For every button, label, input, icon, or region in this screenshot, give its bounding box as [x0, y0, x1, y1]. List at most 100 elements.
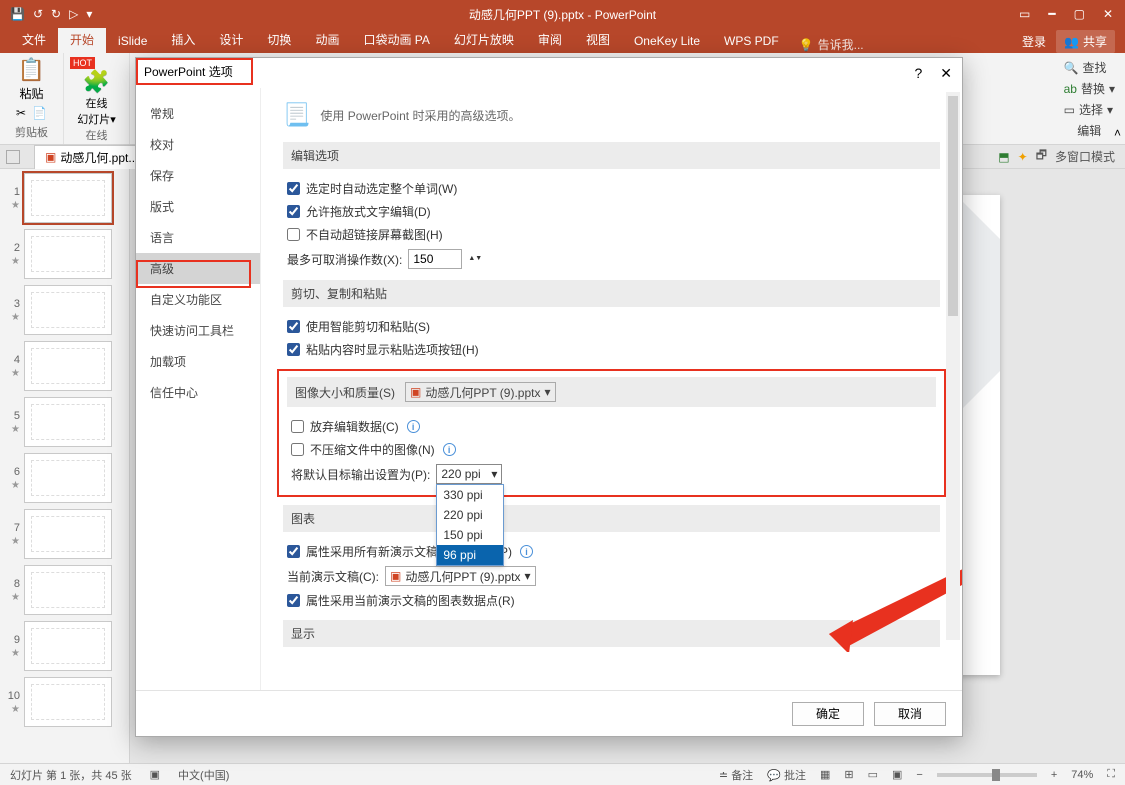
ppi-option[interactable]: 330 ppi	[437, 485, 503, 505]
tab-file[interactable]: 文件	[10, 26, 58, 53]
chevron-down-icon: ▾	[491, 467, 497, 481]
tab-transition[interactable]: 切换	[255, 26, 303, 53]
language-indicator[interactable]: 中文(中国)	[178, 767, 229, 783]
ppt-file-icon: ▣	[45, 150, 56, 164]
close-icon[interactable]: ✕	[1103, 7, 1113, 21]
chart-file-select[interactable]: ▣ 动感几何PPT (9).pptx ▾	[385, 566, 536, 586]
spellcheck-icon[interactable]: ▣	[150, 768, 160, 781]
opt-chart-newdoc[interactable]: 属性采用所有新演示文稿 点(P)i	[283, 540, 940, 563]
ppi-option[interactable]: 150 ppi	[437, 525, 503, 545]
find-button[interactable]: 🔍查找	[1064, 59, 1115, 76]
share-icon: 👥	[1064, 35, 1079, 49]
thumb-row[interactable]: 3★	[6, 285, 123, 335]
thumb-row[interactable]: 6★	[6, 453, 123, 503]
cancel-button[interactable]: 取消	[874, 702, 946, 726]
ok-button[interactable]: 确定	[792, 702, 864, 726]
start-icon[interactable]: ▷	[69, 7, 78, 21]
opt-dragdrop[interactable]: 允许拖放式文字编辑(D)	[283, 200, 940, 223]
zoom-slider[interactable]	[937, 773, 1037, 777]
tab-wpspdf[interactable]: WPS PDF	[712, 29, 791, 53]
zoom-out-icon[interactable]: −	[916, 769, 922, 781]
nav-qat[interactable]: 快速访问工具栏	[136, 315, 260, 346]
maximize-icon[interactable]: ▢	[1074, 7, 1085, 21]
thumb-row[interactable]: 9★	[6, 621, 123, 671]
zoom-in-icon[interactable]: +	[1051, 769, 1057, 781]
tab-animation[interactable]: 动画	[303, 26, 351, 53]
nav-layout[interactable]: 版式	[136, 191, 260, 222]
paste-icon[interactable]: 📋	[18, 57, 45, 83]
nav-trust[interactable]: 信任中心	[136, 377, 260, 408]
nav-proofing[interactable]: 校对	[136, 129, 260, 160]
app-icon-1[interactable]: ⬒	[998, 150, 1009, 164]
minimize-icon[interactable]: ━	[1048, 7, 1055, 21]
collapse-ribbon-icon[interactable]: ˄	[1114, 126, 1121, 140]
zoom-level[interactable]: 74%	[1071, 769, 1093, 781]
thumbnail-pane[interactable]: 1★ 2★ 3★ 4★ 5★ 6★ 7★ 8★ 9★ 10★	[0, 169, 130, 763]
opt-chart-points[interactable]: 属性采用当前演示文稿的图表数据点(R)	[283, 589, 940, 612]
thumb-row[interactable]: 7★	[6, 509, 123, 559]
save-icon[interactable]: 💾	[10, 7, 25, 21]
select-button[interactable]: ▭选择▾	[1064, 101, 1115, 118]
tab-slideshow[interactable]: 幻灯片放映	[442, 26, 526, 53]
tab-home[interactable]: 开始	[58, 26, 106, 53]
nav-general[interactable]: 常规	[136, 98, 260, 129]
image-file-select[interactable]: ▣ 动感几何PPT (9).pptx ▾	[405, 382, 556, 402]
thumb-row[interactable]: 2★	[6, 229, 123, 279]
dialog-scrollbar[interactable]	[946, 92, 960, 640]
view-slideshow-icon[interactable]: ▣	[892, 768, 902, 781]
opt-discard-edit[interactable]: 放弃编辑数据(C)i	[287, 415, 936, 438]
fit-window-icon[interactable]: ⛶	[1107, 768, 1115, 781]
thumb-row[interactable]: 8★	[6, 565, 123, 615]
tab-review[interactable]: 审阅	[526, 26, 574, 53]
ppt-file-icon: ▣	[410, 385, 421, 399]
thumb-row[interactable]: 5★	[6, 397, 123, 447]
view-reading-icon[interactable]: ▭	[868, 768, 878, 781]
nav-customize-ribbon[interactable]: 自定义功能区	[136, 284, 260, 315]
info-icon[interactable]: i	[443, 443, 456, 456]
qat-more-icon[interactable]: ▾	[86, 7, 92, 21]
tab-onekey[interactable]: OneKey Lite	[622, 29, 712, 53]
opt-showpaste[interactable]: 粘贴内容时显示粘贴选项按钮(H)	[283, 338, 940, 361]
opt-autoword[interactable]: 选定时自动选定整个单词(W)	[283, 177, 940, 200]
paste-button[interactable]: 粘贴	[19, 85, 43, 102]
app-icon-2[interactable]: ✦	[1018, 150, 1028, 164]
opt-nocompress[interactable]: 不压缩文件中的图像(N)i	[287, 438, 936, 461]
nav-addins[interactable]: 加载项	[136, 346, 260, 377]
tell-me[interactable]: 💡 告诉我...	[799, 36, 864, 53]
ppi-option[interactable]: 220 ppi	[437, 505, 503, 525]
nav-save[interactable]: 保存	[136, 160, 260, 191]
cut-icon[interactable]: ✂	[16, 106, 26, 120]
replace-button[interactable]: ab替换▾	[1064, 80, 1115, 97]
info-icon[interactable]: i	[520, 545, 533, 558]
copy-icon[interactable]: 📄	[32, 106, 47, 120]
redo-icon[interactable]: ↻	[51, 7, 61, 21]
ppi-combo[interactable]: 220 ppi ▾ 330 ppi 220 ppi 150 ppi 96 ppi	[436, 464, 502, 484]
tab-design[interactable]: 设计	[207, 26, 255, 53]
nav-language[interactable]: 语言	[136, 222, 260, 253]
tab-insert[interactable]: 插入	[159, 26, 207, 53]
thumb-row[interactable]: 1★	[6, 173, 123, 223]
doc-tab[interactable]: ▣ 动感几何.ppt...	[34, 145, 149, 169]
share-button[interactable]: 👥 共享	[1056, 30, 1115, 53]
view-sorter-icon[interactable]: ⊞	[844, 768, 853, 781]
view-normal-icon[interactable]: ▦	[820, 768, 830, 781]
comments-button[interactable]: 💬 批注	[767, 767, 806, 783]
tab-islide[interactable]: iSlide	[106, 29, 159, 53]
thumb-row[interactable]: 4★	[6, 341, 123, 391]
login-link[interactable]: 登录	[1022, 33, 1046, 50]
ribbon-options-icon[interactable]: ▭	[1019, 7, 1030, 21]
dialog-nav: 常规 校对 保存 版式 语言 高级 自定义功能区 快速访问工具栏 加载项 信任中…	[136, 88, 261, 690]
info-icon[interactable]: i	[407, 420, 420, 433]
tab-pocket[interactable]: 口袋动画 PA	[351, 26, 441, 53]
undo-count-input[interactable]	[408, 249, 462, 269]
opt-smartcut[interactable]: 使用智能剪切和粘贴(S)	[283, 315, 940, 338]
opt-noscreenshot[interactable]: 不自动超链接屏幕截图(H)	[283, 223, 940, 246]
tab-view[interactable]: 视图	[574, 26, 622, 53]
notes-button[interactable]: ≐ 备注	[719, 767, 753, 783]
ppi-option[interactable]: 96 ppi	[437, 545, 503, 565]
thumb-row[interactable]: 10★	[6, 677, 123, 727]
dialog-help-icon[interactable]: ?	[914, 65, 922, 82]
dialog-close-icon[interactable]: ✕	[940, 65, 952, 82]
undo-icon[interactable]: ↺	[33, 7, 43, 21]
multi-window-icon[interactable]: 🗗	[1036, 146, 1047, 167]
